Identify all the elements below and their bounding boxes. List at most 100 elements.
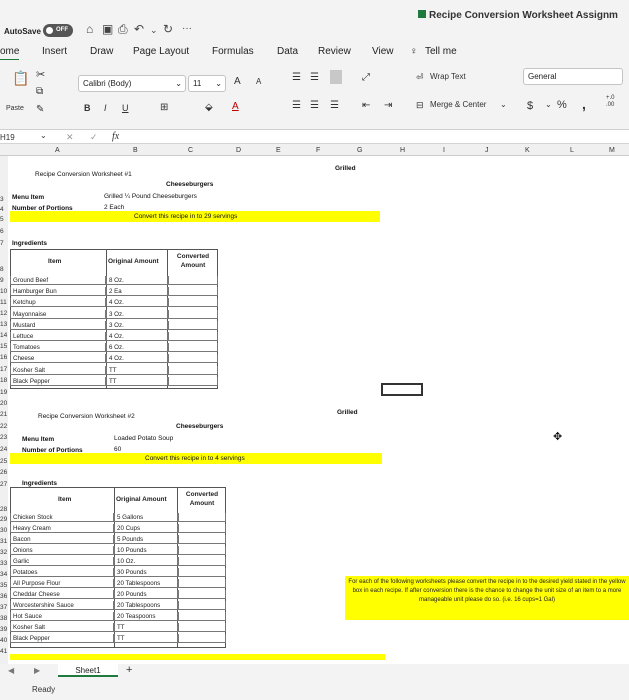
row-header[interactable]: 20	[0, 400, 7, 407]
column-header-a[interactable]: A	[55, 147, 60, 154]
row-header[interactable]: 35	[0, 582, 7, 589]
tab-review[interactable]: Review	[318, 46, 351, 57]
converted-amount-cell[interactable]	[178, 579, 226, 588]
increase-indent-icon[interactable]: ⇥	[384, 100, 392, 111]
sheet-tab-sheet1[interactable]: Sheet1	[58, 664, 118, 677]
cancel-icon[interactable]: ✕	[66, 132, 74, 143]
ws1-menu-value[interactable]: Grilled ¼ Pound Cheeseburgers	[104, 193, 197, 200]
bold-button[interactable]: B	[84, 103, 91, 113]
converted-amount-cell[interactable]	[178, 590, 226, 599]
original-amount-cell[interactable]: 8 Oz.	[106, 276, 168, 285]
converted-amount-cell[interactable]	[168, 365, 218, 375]
row-header[interactable]: 3	[0, 196, 4, 203]
converted-amount-cell[interactable]	[168, 320, 218, 330]
ingredient-item-cell[interactable]: Black Pepper	[10, 376, 106, 386]
original-amount-cell[interactable]: 3 Oz.	[106, 320, 168, 330]
tab-home[interactable]: ome	[0, 46, 20, 61]
font-size-select[interactable]: 11 ⌄	[188, 75, 226, 92]
align-bottom-icon[interactable]	[330, 70, 342, 84]
increase-decimal-button[interactable]: +.0 .00	[606, 95, 615, 109]
column-header-d[interactable]: D	[236, 147, 241, 154]
row-header[interactable]: 24	[0, 446, 7, 453]
chevron-down-icon[interactable]: ⌄	[545, 100, 552, 109]
row-header[interactable]: 31	[0, 538, 7, 545]
column-header-b[interactable]: B	[133, 147, 138, 154]
tab-page-layout[interactable]: Page Layout	[133, 46, 189, 57]
original-amount-cell[interactable]: 5 Gallons	[114, 513, 178, 522]
currency-button[interactable]: $	[527, 100, 533, 112]
ws2-menu-value[interactable]: Loaded Potato Soup	[114, 435, 173, 442]
column-header-k[interactable]: K	[525, 147, 530, 154]
column-header-m[interactable]: M	[609, 147, 615, 154]
tab-view[interactable]: View	[372, 46, 394, 57]
converted-amount-cell[interactable]	[168, 376, 218, 386]
row-header[interactable]: 26	[0, 469, 7, 476]
row-header[interactable]: 37	[0, 604, 7, 611]
row-header[interactable]: 34	[0, 571, 7, 578]
row-header[interactable]: 4	[0, 206, 4, 213]
ingredient-item-cell[interactable]: Chicken Stock	[10, 513, 114, 522]
ingredient-item-cell[interactable]: Worcestershire Sauce	[10, 601, 114, 610]
fill-color-icon[interactable]: ⬙	[205, 102, 213, 113]
font-name-select[interactable]: Calibri (Body) ⌄	[78, 75, 186, 92]
row-header[interactable]: 38	[0, 615, 7, 622]
scroll-left-icon[interactable]: ◀	[8, 666, 14, 675]
ws2-portions-value[interactable]: 60	[114, 446, 121, 453]
converted-amount-cell[interactable]	[168, 343, 218, 353]
row-header[interactable]: 23	[0, 434, 7, 441]
row-header[interactable]: 22	[0, 423, 7, 430]
converted-amount-cell[interactable]	[168, 332, 218, 341]
undo-icon[interactable]: ↶	[134, 22, 144, 36]
row-header[interactable]: 28	[0, 506, 7, 513]
original-amount-cell[interactable]: 4 Oz.	[106, 354, 168, 364]
row-header[interactable]: 27	[0, 481, 7, 488]
row-header[interactable]: 41	[0, 648, 7, 655]
original-amount-cell[interactable]: 20 Pounds	[114, 590, 178, 599]
name-box[interactable]: H19	[0, 133, 15, 142]
converted-amount-cell[interactable]	[178, 634, 226, 643]
row-header[interactable]: 7	[0, 240, 4, 247]
original-amount-cell[interactable]: TT	[114, 634, 178, 643]
original-amount-cell[interactable]: 30 Pounds	[114, 568, 178, 577]
ingredient-item-cell[interactable]: Kosher Salt	[10, 365, 106, 375]
row-header[interactable]: 18	[0, 377, 7, 384]
grow-font-button[interactable]: A	[234, 76, 241, 87]
converted-amount-cell[interactable]	[178, 524, 226, 533]
column-header-c[interactable]: C	[188, 147, 193, 154]
converted-amount-cell[interactable]	[168, 287, 218, 297]
ingredient-item-cell[interactable]: Hot Sauce	[10, 612, 114, 621]
column-header-g[interactable]: G	[357, 147, 362, 154]
original-amount-cell[interactable]: 4 Oz.	[106, 298, 168, 308]
row-header[interactable]: 5	[0, 216, 4, 223]
ingredient-item-cell[interactable]: Lettuce	[10, 332, 106, 341]
selected-cell-h19[interactable]	[381, 383, 423, 396]
row-header[interactable]: 32	[0, 549, 7, 556]
row-header[interactable]: 16	[0, 354, 7, 361]
column-header-f[interactable]: F	[316, 147, 320, 154]
original-amount-cell[interactable]: 20 Teaspoons	[114, 612, 178, 621]
row-header[interactable]: 9	[0, 277, 4, 284]
converted-amount-cell[interactable]	[168, 354, 218, 364]
converted-amount-cell[interactable]	[178, 535, 226, 544]
converted-amount-cell[interactable]	[178, 513, 226, 522]
font-color-icon[interactable]: A	[232, 101, 239, 112]
ingredient-item-cell[interactable]: Black Pepper	[10, 634, 114, 643]
original-amount-cell[interactable]: 3 Oz.	[106, 309, 168, 319]
ingredient-item-cell[interactable]: Bacon	[10, 535, 114, 544]
ingredient-item-cell[interactable]: Mustard	[10, 320, 106, 330]
align-center-icon[interactable]: ☰	[310, 100, 319, 111]
comma-button[interactable]: ,	[582, 96, 586, 112]
row-header[interactable]: 8	[0, 266, 4, 273]
format-painter-icon[interactable]: ✎	[36, 104, 44, 115]
column-header-e[interactable]: E	[276, 147, 281, 154]
ingredient-item-cell[interactable]: Cheddar Cheese	[10, 590, 114, 599]
original-amount-cell[interactable]: TT	[106, 365, 168, 375]
row-header[interactable]: 30	[0, 527, 7, 534]
ingredient-item-cell[interactable]: Hamburger Bun	[10, 287, 106, 297]
ws1-portions-value[interactable]: 2 Each	[104, 204, 124, 211]
cut-icon[interactable]: ✂	[36, 68, 45, 81]
scroll-right-icon[interactable]: ▶	[34, 666, 40, 675]
insert-function-icon[interactable]: fx	[112, 131, 119, 142]
row-header[interactable]: 25	[0, 458, 7, 465]
redo-icon[interactable]: ↻	[163, 22, 173, 36]
